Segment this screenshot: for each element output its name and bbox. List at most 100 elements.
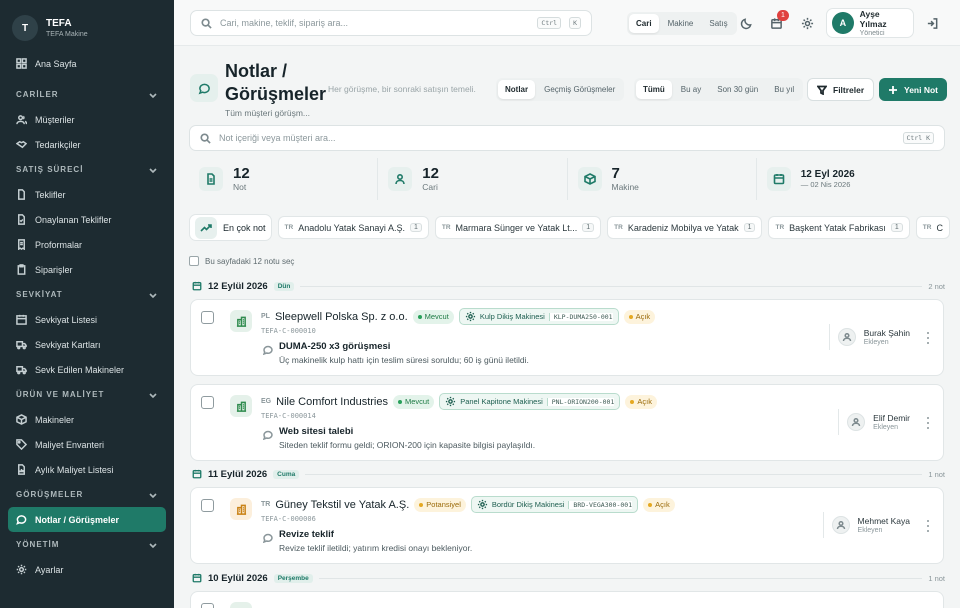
note-author: Elif Demir Ekleyen	[838, 409, 910, 435]
top-customer-chip[interactable]: TR Başkent Yatak Fabrikası 1	[768, 216, 910, 239]
sidebar-item-sevkiyat-listesi[interactable]: Sevkiyat Listesi	[0, 307, 174, 332]
gear-icon	[801, 17, 813, 29]
theme-toggle[interactable]	[736, 13, 756, 33]
brand-logo: T	[12, 15, 38, 41]
customer-id: TEFA-C-000010	[261, 327, 316, 335]
more-options-icon[interactable]	[925, 417, 931, 429]
user-menu[interactable]: A Ayşe Yılmaz Yönetici	[826, 8, 914, 38]
sidebar-item-home[interactable]: Ana Sayfa	[0, 51, 174, 76]
customer-name[interactable]: Nile Comfort Industries	[276, 396, 388, 408]
global-search-input[interactable]: Cari, makine, teklif, sipariş ara... Ctr…	[190, 10, 592, 36]
sidebar-item-ayarlar[interactable]: Ayarlar	[0, 557, 174, 582]
sidebar-section-satis[interactable]: SATIŞ SÜRECİ	[0, 157, 174, 182]
moon-icon	[740, 17, 752, 29]
sidebar-section-yonetim[interactable]: YÖNETİM	[0, 532, 174, 557]
period-all[interactable]: Tümü	[636, 80, 672, 99]
period-month[interactable]: Bu ay	[674, 80, 708, 99]
sidebar-item-maliyet-envanteri[interactable]: Maliyet Envanteri	[0, 432, 174, 457]
tab-gecmis[interactable]: Geçmiş Görüşmeler	[537, 80, 622, 99]
period-30[interactable]: Son 30 gün	[710, 80, 765, 99]
sidebar-item-label: Sevkiyat Listesi	[35, 314, 98, 325]
sidebar-item-sevkiyat-kartlari[interactable]: Sevkiyat Kartları	[0, 332, 174, 357]
note-card[interactable]: PL Sleepwell Polska Sp. z o.o. Mevcut Ku…	[190, 299, 944, 376]
scope-cari[interactable]: Cari	[629, 14, 659, 33]
state-text: Açık	[637, 397, 652, 406]
sidebar-section-sevkiyat[interactable]: SEVKİYAT	[0, 282, 174, 307]
more-options-icon[interactable]	[925, 332, 931, 344]
sidebar-item-label: Notlar / Görüşmeler	[35, 514, 120, 525]
logout-button[interactable]	[922, 13, 942, 33]
country-code: PL	[261, 313, 270, 320]
period-year[interactable]: Bu yıl	[767, 80, 801, 99]
stat-label: Cari	[422, 182, 438, 192]
status-text: Mevcut	[424, 312, 449, 321]
sidebar-item-proformalar[interactable]: Proformalar	[0, 232, 174, 257]
sidebar-item-teklifler[interactable]: Teklifler	[0, 182, 174, 207]
sidebar-item-siparisler[interactable]: Siparişler	[0, 257, 174, 282]
state-text: Açık	[635, 312, 651, 321]
sidebar-item-label: Aylık Maliyet Listesi	[35, 464, 114, 475]
chevron-down-icon	[149, 167, 157, 173]
stat-customers: 12 Cari	[378, 158, 568, 200]
brand-subtitle: TEFA Makine	[46, 30, 88, 38]
note-checkbox[interactable]	[201, 311, 214, 324]
note-count: 1	[890, 223, 903, 232]
machine-tag[interactable]: Bordür Dikiş Makinesi BRD-VEGA300-001	[470, 496, 639, 513]
file-text-icon	[207, 173, 215, 185]
sidebar-item-tedarikciler[interactable]: Tedarikçiler	[0, 132, 174, 157]
customer-name: Marmara Sünger ve Yatak Lt...	[455, 222, 578, 233]
note-card[interactable]	[190, 591, 944, 608]
stat-label: Not	[233, 182, 247, 192]
stat-label: — 02 Nis 2026	[800, 179, 851, 189]
sidebar-section-cariler[interactable]: CARİLER	[0, 82, 174, 107]
sidebar-section-urun[interactable]: ÜRÜN VE MALİYET	[0, 382, 174, 407]
note-checkbox[interactable]	[201, 499, 214, 512]
note-checkbox[interactable]	[201, 396, 214, 409]
sidebar-section-gorusmeler[interactable]: GÖRÜŞMELER	[0, 482, 174, 507]
brand-name: TEFA	[46, 17, 72, 29]
sidebar-item-makineler[interactable]: Makineler	[0, 407, 174, 432]
scope-makine[interactable]: Makine	[661, 14, 701, 33]
divider	[305, 473, 923, 475]
tab-notlar[interactable]: Notlar	[498, 80, 536, 99]
top-customer-chip[interactable]: TR Karadeniz Mobilya ve Yatak 1	[607, 216, 763, 239]
machine-name: Bordür Dikiş Makinesi	[491, 500, 565, 509]
note-checkbox[interactable]	[201, 603, 214, 608]
note-card[interactable]: TR Güney Tekstil ve Yatak A.Ş. Potansiye…	[190, 487, 944, 564]
note-card[interactable]: EG Nile Comfort Industries Mevcut Panel …	[190, 384, 944, 461]
settings-button[interactable]	[797, 13, 817, 33]
notifications-button[interactable]: 1	[766, 10, 789, 33]
sidebar-item-aylik-maliyet[interactable]: Aylık Maliyet Listesi	[0, 457, 174, 482]
new-note-button[interactable]: Yeni Not	[879, 78, 948, 101]
section-title: GÖRÜŞMELER	[16, 490, 84, 499]
kbd-shortcut: Ctrl K	[902, 132, 934, 144]
customer-name: Başkent Yatak Fabrikası	[789, 222, 886, 233]
day-count: 1 not	[928, 469, 945, 479]
note-author: Burak Şahin Ekleyen	[828, 324, 910, 350]
user-role: Yönetici	[859, 29, 885, 37]
document-chart-icon	[18, 464, 25, 475]
scope-satis[interactable]: Satış	[702, 14, 734, 33]
sidebar-item-notlar[interactable]: Notlar / Görüşmeler	[8, 507, 166, 532]
machine-tag[interactable]: Panel Kapitone Makinesi PNL-ORION200-001	[439, 393, 621, 410]
chevron-down-icon	[149, 542, 157, 548]
customer-name: C	[936, 222, 943, 233]
note-search-input[interactable]: Not içeriği veya müşteri ara... Ctrl K	[189, 125, 945, 151]
note-title: DUMA-250 x3 görüşmesi	[279, 341, 391, 352]
top-customer-chip[interactable]: TR Marmara Sünger ve Yatak Lt... 1	[434, 216, 602, 239]
machine-code: KLP-DUMA250-001	[548, 312, 613, 321]
more-options-icon[interactable]	[925, 520, 931, 532]
customer-name[interactable]: Sleepwell Polska Sp. z o.o.	[275, 311, 408, 323]
author-avatar	[837, 328, 856, 346]
sidebar-item-onaylanan-teklifler[interactable]: Onaylanan Teklifler	[0, 207, 174, 232]
sidebar-item-sevk-edilen[interactable]: Sevk Edilen Makineler	[0, 357, 174, 382]
top-customer-chip[interactable]: TR C	[915, 216, 950, 239]
top-customer-chip[interactable]: TR Anadolu Yatak Sanayi A.Ş. 1	[277, 216, 429, 239]
select-all-row[interactable]: Bu sayfadaki 12 notu seç	[189, 256, 294, 266]
stat-value: 12 Eyl 2026	[800, 168, 855, 180]
select-all-checkbox[interactable]	[189, 256, 199, 266]
machine-tag[interactable]: Kulp Dikiş Makinesi KLP-DUMA250-001	[458, 308, 619, 325]
filters-button[interactable]: Filtreler	[807, 78, 875, 101]
sidebar-item-musteriler[interactable]: Müşteriler	[0, 107, 174, 132]
customer-name[interactable]: Güney Tekstil ve Yatak A.Ş.	[275, 499, 409, 511]
